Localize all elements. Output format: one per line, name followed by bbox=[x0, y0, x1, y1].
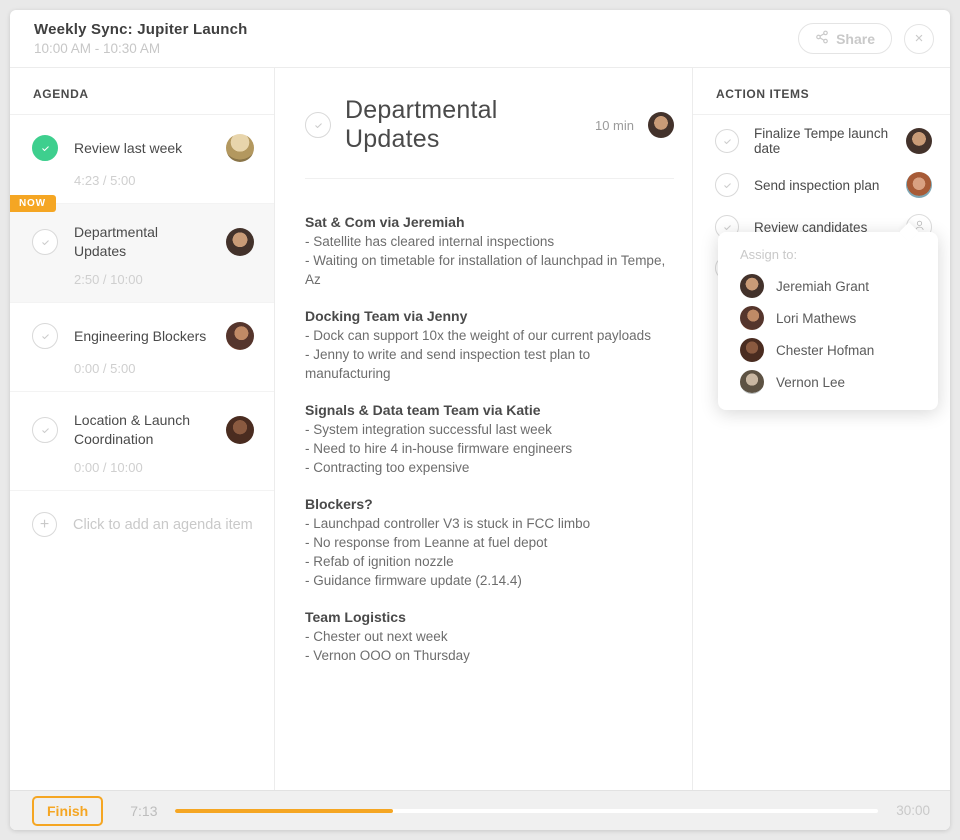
note-line: - Vernon OOO on Thursday bbox=[305, 648, 470, 663]
assign-popup-title: Assign to: bbox=[740, 247, 798, 262]
agenda-item-location-launch-coordination[interactable]: Location & Launch Coordination 0:00 / 10… bbox=[10, 392, 274, 491]
share-icon bbox=[815, 30, 829, 47]
meeting-header: Weekly Sync: Jupiter Launch 10:00 AM - 1… bbox=[10, 10, 950, 68]
elapsed-time: 7:13 bbox=[130, 802, 158, 819]
note-section-heading: Sat & Com via Jeremiah bbox=[305, 214, 465, 230]
close-icon: × bbox=[914, 29, 924, 47]
person-name: Jeremiah Grant bbox=[776, 278, 870, 294]
note-line: - Need to hire 4 in-house firmware engin… bbox=[305, 441, 573, 456]
assign-person-vernon-lee[interactable]: Vernon Lee bbox=[740, 370, 938, 394]
note-line: - Launchpad controller V3 is stuck in FC… bbox=[305, 516, 591, 531]
agenda-item-departmental-updates[interactable]: NOW Departmental Updates 2:50 / 10:00 bbox=[10, 195, 274, 303]
note-line: - Guidance firmware update (2.14.4) bbox=[305, 573, 522, 588]
note-line: - Chester out next week bbox=[305, 629, 448, 644]
meeting-progress-bar[interactable] bbox=[175, 808, 879, 813]
assign-popup: Assign to: Jeremiah Grant Lori Mathews C… bbox=[718, 222, 938, 410]
avatar bbox=[648, 112, 674, 138]
notes-body[interactable]: Sat & Com via Jeremiah - Satellite has c… bbox=[305, 179, 674, 665]
action-item-label: Send inspection plan bbox=[754, 177, 880, 193]
add-agenda-item-button[interactable]: + Click to add an agenda item bbox=[10, 491, 274, 558]
agenda-item-time: 4:23 / 5:00 bbox=[74, 173, 136, 188]
notes-duration: 10 min bbox=[594, 117, 634, 133]
avatar bbox=[740, 338, 764, 362]
plus-icon: + bbox=[32, 512, 57, 537]
note-line: - No response from Leanne at fuel depot bbox=[305, 535, 548, 550]
note-section: Team Logistics - Chester out next week -… bbox=[305, 608, 674, 665]
note-line: - Refab of ignition nozzle bbox=[305, 554, 454, 569]
check-icon[interactable] bbox=[715, 173, 739, 197]
total-time: 30:00 bbox=[896, 803, 930, 818]
meeting-time-range: 10:00 AM - 10:30 AM bbox=[34, 41, 161, 56]
meeting-window: Weekly Sync: Jupiter Launch 10:00 AM - 1… bbox=[10, 10, 950, 830]
note-section-heading: Docking Team via Jenny bbox=[305, 308, 468, 324]
note-line: - System integration successful last wee… bbox=[305, 422, 552, 437]
action-item-finalize-tempe[interactable]: Finalize Tempe launch date bbox=[693, 121, 950, 161]
action-items-panel: ACTION ITEMS Finalize Tempe launch date … bbox=[693, 68, 950, 790]
check-icon[interactable] bbox=[305, 112, 331, 138]
finish-button[interactable]: Finish bbox=[32, 795, 104, 826]
note-line: - Waiting on timetable for installation … bbox=[305, 253, 666, 287]
close-button[interactable]: × bbox=[904, 23, 934, 54]
notes-panel: Departmental Updates 10 min Sat & Com vi… bbox=[275, 68, 693, 790]
assign-person-lori-mathews[interactable]: Lori Mathews bbox=[740, 306, 938, 330]
avatar bbox=[906, 128, 932, 154]
avatar bbox=[226, 134, 254, 162]
check-icon[interactable] bbox=[32, 417, 58, 443]
progress-fill bbox=[175, 808, 394, 813]
note-line: - Satellite has cleared internal inspect… bbox=[305, 234, 555, 249]
agenda-panel: AGENDA Review last week 4:23 / 5:00 NOW bbox=[10, 68, 275, 790]
meeting-title: Weekly Sync: Jupiter Launch bbox=[34, 21, 248, 38]
note-section-heading: Blockers? bbox=[305, 496, 373, 512]
note-section: Signals & Data team Team via Katie - Sys… bbox=[305, 401, 674, 477]
avatar bbox=[740, 274, 764, 298]
agenda-item-title: Engineering Blockers bbox=[74, 327, 207, 344]
share-button-label: Share bbox=[836, 30, 875, 47]
agenda-item-time: 2:50 / 10:00 bbox=[74, 272, 143, 287]
check-icon[interactable] bbox=[32, 135, 58, 161]
agenda-heading: AGENDA bbox=[10, 68, 274, 115]
check-icon[interactable] bbox=[32, 323, 58, 349]
agenda-item-title: Location & Launch Coordination bbox=[74, 412, 190, 447]
agenda-item-review-last-week[interactable]: Review last week 4:23 / 5:00 bbox=[10, 115, 274, 204]
note-line: - Dock can support 10x the weight of our… bbox=[305, 328, 651, 343]
check-icon[interactable] bbox=[32, 229, 58, 255]
main-columns: AGENDA Review last week 4:23 / 5:00 NOW bbox=[10, 68, 950, 790]
share-button[interactable]: Share bbox=[798, 23, 892, 54]
action-item-send-inspection-plan[interactable]: Send inspection plan bbox=[693, 167, 950, 203]
note-section: Blockers? - Launchpad controller V3 is s… bbox=[305, 495, 674, 590]
check-icon[interactable] bbox=[715, 129, 739, 153]
meeting-header-text: Weekly Sync: Jupiter Launch 10:00 AM - 1… bbox=[34, 21, 798, 56]
now-badge: NOW bbox=[10, 195, 56, 212]
note-line: - Contracting too expensive bbox=[305, 460, 470, 475]
agenda-item-title: Departmental Updates bbox=[74, 224, 159, 259]
action-items-heading: ACTION ITEMS bbox=[693, 68, 950, 115]
agenda-item-engineering-blockers[interactable]: Engineering Blockers 0:00 / 5:00 bbox=[10, 303, 274, 392]
avatar bbox=[226, 416, 254, 444]
note-section-heading: Team Logistics bbox=[305, 609, 406, 625]
agenda-item-time: 0:00 / 5:00 bbox=[74, 361, 136, 376]
add-agenda-item-label: Click to add an agenda item bbox=[73, 516, 253, 533]
agenda-item-title: Review last week bbox=[74, 139, 183, 156]
notes-header: Departmental Updates 10 min bbox=[305, 68, 674, 179]
note-section: Docking Team via Jenny - Dock can suppor… bbox=[305, 307, 674, 383]
action-item-label: Finalize Tempe launch date bbox=[754, 126, 889, 156]
avatar bbox=[906, 172, 932, 198]
note-section-heading: Signals & Data team Team via Katie bbox=[305, 402, 541, 418]
avatar bbox=[740, 370, 764, 394]
avatar bbox=[226, 322, 254, 350]
avatar bbox=[226, 228, 254, 256]
person-name: Chester Hofman bbox=[776, 342, 875, 358]
notes-title: Departmental Updates bbox=[345, 96, 498, 153]
note-section: Sat & Com via Jeremiah - Satellite has c… bbox=[305, 213, 674, 289]
person-name: Vernon Lee bbox=[776, 374, 846, 390]
agenda-item-time: 0:00 / 10:00 bbox=[74, 460, 143, 475]
avatar bbox=[740, 306, 764, 330]
assign-person-chester-hofman[interactable]: Chester Hofman bbox=[740, 338, 938, 362]
person-name: Lori Mathews bbox=[776, 310, 857, 326]
meeting-footer: Finish 7:13 30:00 bbox=[10, 790, 950, 830]
assign-person-jeremiah-grant[interactable]: Jeremiah Grant bbox=[740, 274, 938, 298]
note-line: - Jenny to write and send inspection tes… bbox=[305, 347, 591, 381]
